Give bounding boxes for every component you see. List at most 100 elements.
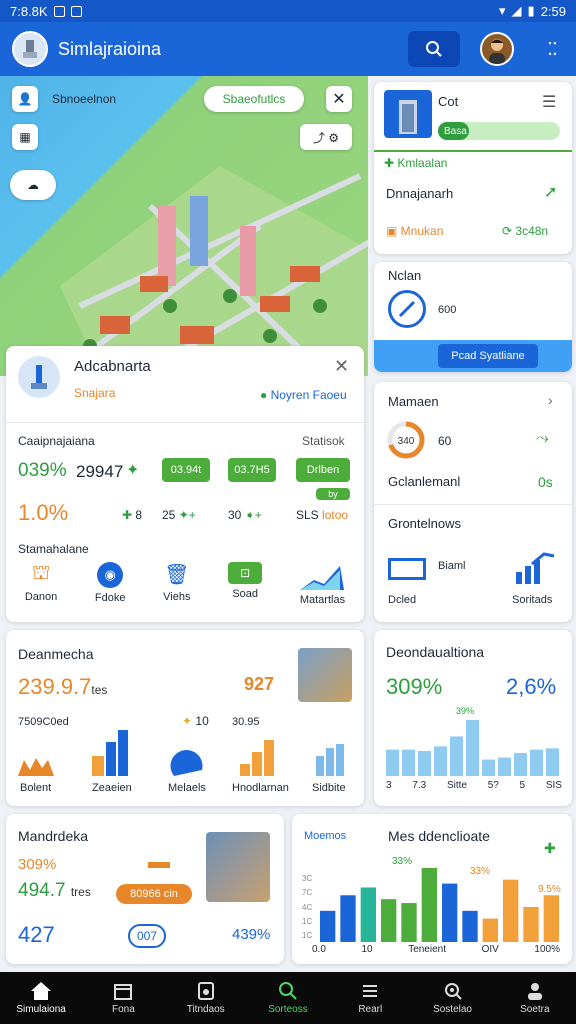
x-tick-label: 5 [519, 780, 526, 791]
x-tick-label: 3 [386, 780, 392, 791]
gauge-icon [388, 290, 426, 328]
right-stats-card: Mamaen › 340 60 ⤳ Gclanlemanl 0s Grontel… [374, 382, 572, 622]
right-mid-card: Nclan 600 Pcad Syatliane [374, 262, 572, 372]
ring-label: 60 [438, 434, 452, 448]
chart-bar [434, 746, 447, 776]
row3-right: 439% [232, 926, 271, 943]
chart-bar [523, 906, 539, 942]
photo-thumbnail [206, 832, 270, 902]
x-tick-label: 100% [534, 944, 560, 955]
arrow-icon[interactable]: ⤳ [536, 430, 549, 448]
stat-pill-3[interactable]: Drlben [296, 458, 350, 482]
x-tick-label: Sitte [446, 780, 467, 791]
detail-title: Adcabnarta [74, 358, 151, 375]
screen-icon [388, 558, 426, 580]
arrow-up-icon[interactable]: ✚ [544, 840, 556, 857]
circle-icon: ◉ [97, 562, 124, 588]
badge-value: 927 [244, 674, 275, 694]
bar-chart-icon [516, 552, 555, 584]
photo-thumbnail [298, 648, 352, 702]
x-tick-label: 7.3 [412, 780, 427, 791]
nav-sostelao[interactable]: Sostelao [421, 981, 485, 1015]
mini-stat-3: 30 ➧+ [228, 508, 262, 522]
chart-bar [442, 883, 458, 942]
app-logo[interactable] [12, 31, 48, 67]
chart-bar [401, 903, 417, 942]
arrow-up-icon[interactable]: ➚ [544, 182, 557, 202]
stat-number: 29947 [76, 462, 124, 481]
detail-status: ● Noyren Faoeu [260, 388, 347, 402]
progress-bar: Basa [438, 122, 560, 140]
action-matartlas[interactable]: Matartlas [300, 562, 345, 616]
badge-pill[interactable]: 80966 cin [116, 884, 192, 904]
row1-value: 309% [18, 856, 57, 873]
card-title: Deanmecha [18, 646, 94, 662]
action-soad[interactable]: ⊡ Soad [228, 562, 263, 616]
menu-icon[interactable]: ☰ [542, 92, 556, 112]
building-icon[interactable]: ▦ [12, 124, 38, 150]
y-tick-label: 4C [302, 902, 313, 912]
chevron-right-icon[interactable]: › [548, 392, 553, 408]
nav-titndaos[interactable]: Titndaos [174, 981, 238, 1015]
more-icon[interactable]: ⁚⁚ [540, 39, 564, 60]
action-viehs[interactable]: 🗑 Viehs [163, 562, 190, 616]
load-simulation-button[interactable]: Pcad Syatliane [438, 344, 538, 368]
y-tick-label: 3C [302, 874, 313, 883]
chart-bar [482, 918, 498, 942]
analytics-icons [18, 730, 344, 776]
row-mnukan: ▣ Mnukan [386, 224, 444, 238]
layers-icon[interactable]: ⤴ ⚙ [300, 124, 352, 150]
status-bar: 7:8.8K ▾ ◢ ▮ 2:59 [0, 0, 576, 22]
map-filter-chip[interactable]: Sbaeofutlcs [204, 86, 304, 112]
close-icon[interactable]: ✕ [326, 86, 352, 112]
dome-icon: ⛫ [31, 562, 51, 584]
action-fdoke[interactable]: ◉ Fdoke [95, 562, 126, 616]
top-label: 39% [456, 706, 475, 716]
bottom-right-card: Moemos Mes ddenclioate ✚ 33% 33% 9.5% 3C… [292, 814, 572, 964]
calendar-icon [114, 984, 133, 1000]
action-danon[interactable]: ⛫ Danon [25, 562, 57, 616]
row-kmlaalan: ✚ Kmlaalan [384, 156, 448, 170]
icon-label: Melaels [168, 782, 206, 794]
nav-fona[interactable]: Fona [91, 981, 155, 1015]
chart-bar [514, 752, 527, 776]
value-blue: 2,6% [506, 674, 557, 699]
nav-rearl[interactable]: Rearl [338, 981, 402, 1015]
stat-secondary: 1.0% [18, 500, 69, 525]
stat-pill-1[interactable]: 03.94t [162, 458, 210, 482]
weather-icon[interactable]: ☁ [10, 170, 56, 200]
x-tick-label: 10 [361, 944, 373, 955]
user-avatar[interactable] [480, 32, 514, 66]
row2-value: 494.7 tres [18, 880, 91, 901]
icon-label: Zeaeien [92, 782, 132, 794]
user-icon[interactable]: 👤 [12, 86, 38, 112]
chart-bar [503, 879, 519, 942]
nav-sorteoss[interactable]: Sorteoss [256, 981, 320, 1015]
building-thumbnail [384, 90, 432, 138]
chart-bar [421, 868, 437, 942]
right-top-card: Cot ☰ Basa ✚ Kmlaalan Dnnajanarh ➚ ▣ Mnu… [374, 82, 572, 254]
people-icon [527, 983, 542, 1000]
card-title: Mamaen [388, 394, 439, 409]
card-title: Mes ddenclioate [388, 828, 490, 844]
building-avatar [18, 356, 60, 398]
close-icon[interactable]: ✕ [334, 356, 349, 377]
search-icon [278, 982, 297, 1000]
bar-icon-3 [316, 756, 324, 776]
search-button[interactable] [408, 31, 460, 67]
signal-icon: ◢ [511, 3, 522, 18]
nav-simulaiona[interactable]: Simulaiona [9, 981, 73, 1015]
section-label: Caaipnajaiana [18, 434, 95, 448]
chart-bar [498, 757, 511, 776]
city-map[interactable]: 👤 Sbnoeelnon Sbaeofutlcs ✕ ▦ ⤴ ⚙ ☁ [0, 76, 368, 376]
bottom-left-card: Mandrdeka 309% 494.7 tres 80966 cin 427 … [6, 814, 284, 964]
x-tick-label: SIS [545, 780, 562, 791]
value-chip[interactable]: 007 [128, 924, 166, 948]
chart-bar [466, 720, 479, 776]
vehicle-icon: ⊡ [228, 562, 263, 584]
stat-pill-2[interactable]: 03.7H5 [228, 458, 276, 482]
row-dnnajanarh: Dnnajanarh [386, 186, 454, 201]
app-title: Simlajraioina [58, 38, 162, 59]
nav-soetra[interactable]: Soetra [503, 981, 567, 1015]
chart-bar [360, 887, 376, 942]
